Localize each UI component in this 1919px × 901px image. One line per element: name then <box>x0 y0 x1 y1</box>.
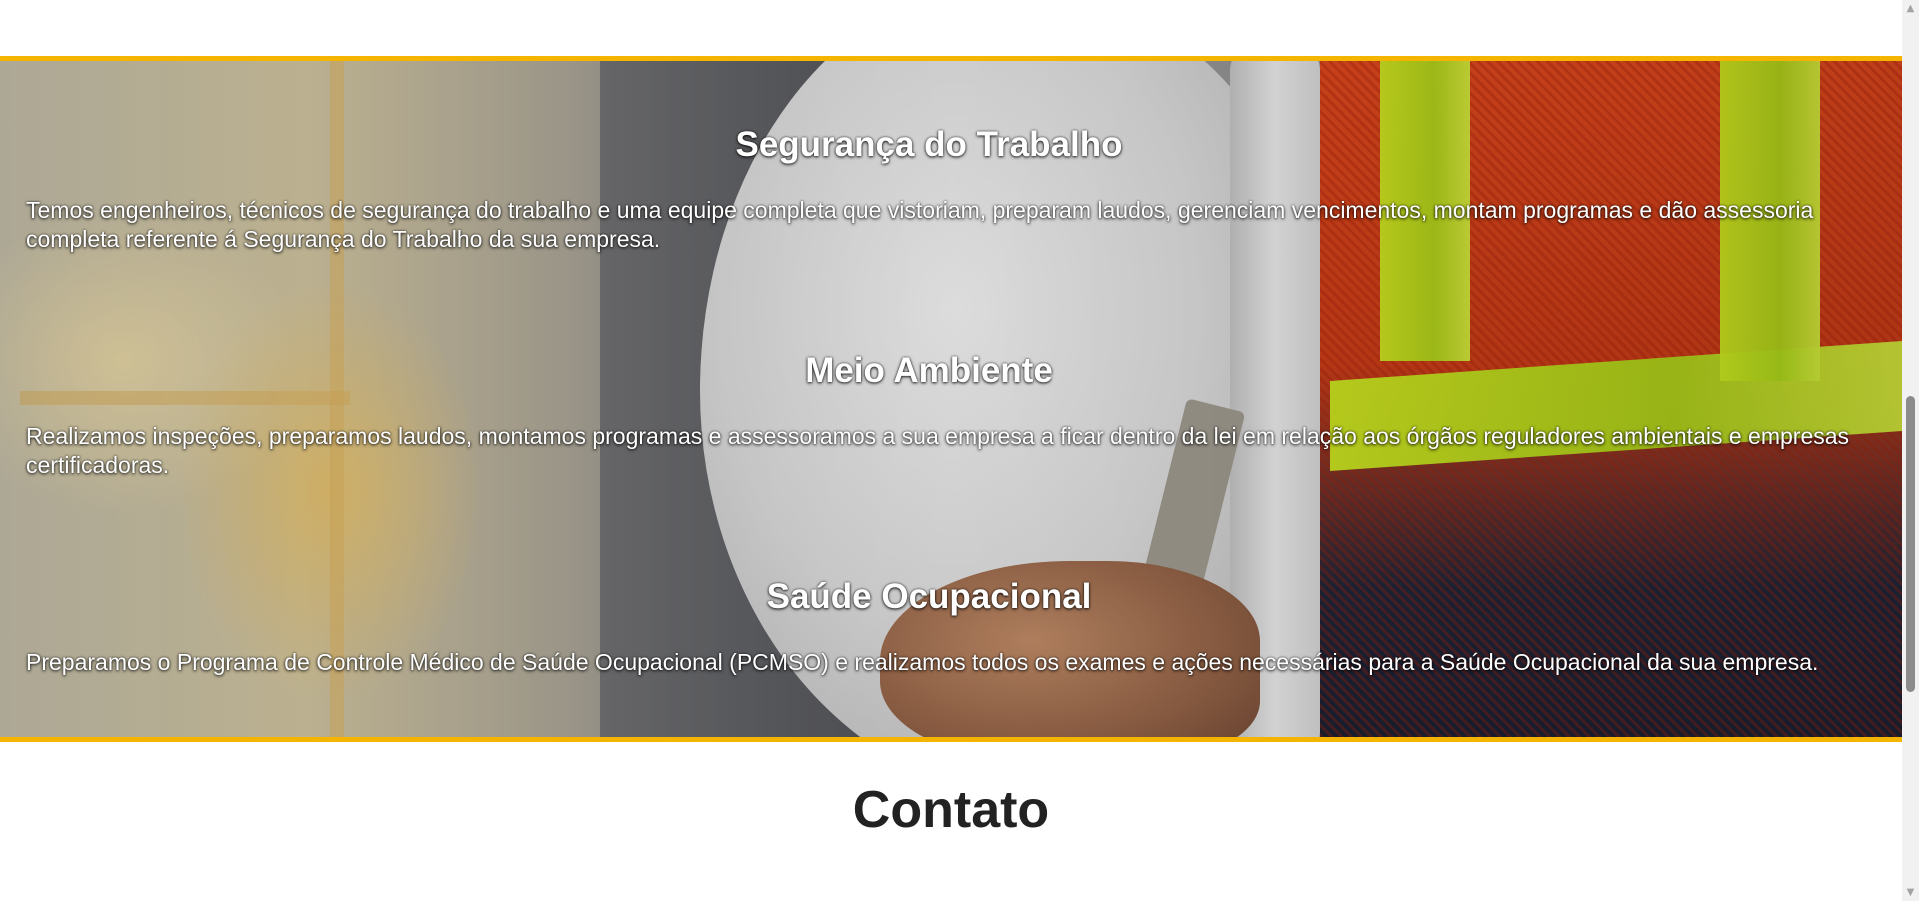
scroll-down-arrow-icon[interactable]: ▼ <box>1902 884 1919 901</box>
service-title: Meio Ambiente <box>805 351 1053 390</box>
service-seguranca: Segurança do Trabalho Temos engenheiros,… <box>26 124 1876 254</box>
vertical-scrollbar[interactable]: ▲ ▼ <box>1902 0 1919 901</box>
service-description: Realizamos inspeções, preparamos laudos,… <box>26 423 1850 478</box>
service-title: Segurança do Trabalho <box>735 125 1123 164</box>
page-content: Segurança do Trabalho Temos engenheiros,… <box>0 0 1902 901</box>
services-section: Segurança do Trabalho Temos engenheiros,… <box>0 56 1902 742</box>
service-description: Preparamos o Programa de Controle Médico… <box>26 649 1819 675</box>
service-saude-ocupacional: Saúde Ocupacional Preparamos o Programa … <box>26 576 1876 677</box>
scroll-up-arrow-icon[interactable]: ▲ <box>1902 0 1919 17</box>
browser-viewport: Segurança do Trabalho Temos engenheiros,… <box>0 0 1919 901</box>
service-meio-ambiente: Meio Ambiente Realizamos inspeções, prep… <box>26 350 1876 480</box>
service-title: Saúde Ocupacional <box>766 577 1092 616</box>
service-description: Temos engenheiros, técnicos de segurança… <box>26 197 1814 252</box>
contact-section-title: Contato <box>852 781 1050 839</box>
scrollbar-thumb[interactable] <box>1906 396 1915 692</box>
